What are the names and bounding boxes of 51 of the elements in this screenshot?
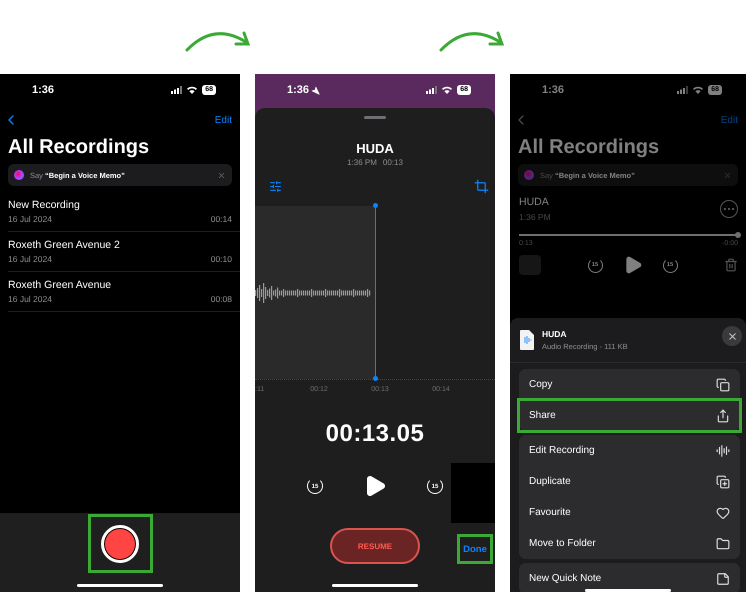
recording-time: 1:36 PM bbox=[519, 212, 551, 222]
menu-item[interactable]: Favourite bbox=[519, 497, 740, 528]
location-icon bbox=[311, 86, 320, 94]
signal-icon bbox=[426, 86, 438, 94]
resume-button[interactable]: RESUME bbox=[330, 528, 420, 564]
wifi-icon bbox=[442, 86, 452, 94]
menu-item[interactable]: Copy bbox=[519, 369, 740, 400]
close-icon bbox=[726, 330, 738, 342]
siri-icon bbox=[524, 170, 534, 180]
menu-item-icon bbox=[716, 572, 730, 586]
recording-name: HUDA bbox=[519, 196, 550, 208]
done-button[interactable]: Done bbox=[457, 534, 493, 564]
sheet-handle[interactable] bbox=[364, 116, 386, 119]
page-title: All Recordings bbox=[7, 135, 150, 160]
recording-title: HUDA bbox=[355, 141, 395, 156]
menu-item[interactable]: Edit Recording bbox=[519, 435, 740, 466]
crop-icon[interactable] bbox=[474, 178, 489, 194]
menu-item-icon bbox=[716, 506, 730, 520]
cover-panel bbox=[451, 463, 495, 523]
elapsed-timer: 00:13.05 bbox=[324, 420, 426, 448]
menu-item-icon bbox=[716, 444, 730, 458]
menu-item[interactable]: New Quick Note bbox=[519, 563, 740, 592]
more-icon[interactable] bbox=[720, 200, 738, 218]
trash-icon[interactable] bbox=[724, 258, 738, 272]
recording-row[interactable]: Roxeth Green Avenue 16 Jul 2024 00:08 bbox=[8, 272, 240, 312]
close-icon[interactable] bbox=[217, 170, 226, 180]
status-time: 1:36 bbox=[287, 84, 320, 96]
audio-file-icon bbox=[520, 330, 534, 350]
menu-item-icon bbox=[716, 378, 730, 392]
menu-item-icon bbox=[716, 474, 730, 488]
status-time: 1:36 bbox=[542, 84, 564, 96]
recording-row[interactable]: New Recording 16 Jul 2024 00:14 bbox=[8, 192, 240, 232]
recording-row[interactable]: Roxeth Green Avenue 2 16 Jul 2024 00:10 bbox=[8, 232, 240, 272]
playhead[interactable] bbox=[373, 203, 378, 381]
menu-item[interactable]: Duplicate bbox=[519, 466, 740, 497]
page-title: All Recordings bbox=[517, 135, 660, 160]
siri-icon bbox=[14, 170, 24, 180]
menu-item[interactable]: Share bbox=[519, 400, 740, 431]
wifi-icon bbox=[187, 86, 198, 94]
signal-icon bbox=[677, 86, 688, 94]
menu-item[interactable]: Move to Folder bbox=[519, 528, 740, 559]
record-button[interactable] bbox=[88, 514, 152, 573]
settings-icon[interactable] bbox=[269, 180, 282, 192]
wifi-icon bbox=[693, 86, 704, 94]
edit-link[interactable]: Edit bbox=[214, 114, 232, 126]
signal-icon bbox=[171, 86, 182, 94]
close-button[interactable] bbox=[722, 326, 742, 346]
menu-item-icon bbox=[716, 536, 730, 550]
menu-item-icon bbox=[716, 408, 730, 422]
status-time: 1:36 bbox=[32, 84, 54, 96]
file-name: HUDA bbox=[542, 329, 568, 339]
